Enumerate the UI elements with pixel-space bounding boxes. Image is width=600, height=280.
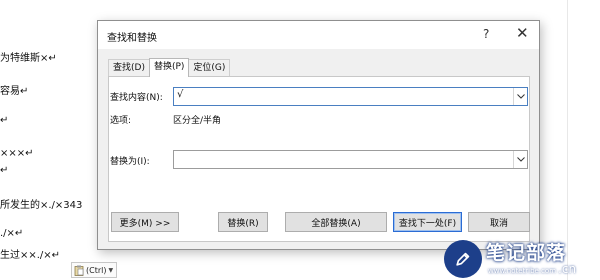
find-replace-dialog: 查找和替换 ? ✕ 查找(D) 替换(P) 定位(G) 查找内容(N): √ 选… [97,20,540,250]
cancel-button[interactable]: 取消 [468,212,530,232]
close-button[interactable]: ✕ [516,24,529,42]
chevron-down-icon: ▼ [108,266,114,274]
document-line: 容易↵ [0,86,29,97]
more-button[interactable]: 更多(M) >> [111,212,179,232]
find-next-button[interactable]: 查找下一处(F) [393,212,462,232]
paste-options-button[interactable]: (Ctrl) ▼ [71,262,118,278]
dialog-title: 查找和替换 [107,33,157,44]
replace-button[interactable]: 替换(R) [218,212,268,232]
document-line: ↵ [0,115,9,126]
document-line: ./×↵ [0,228,24,239]
document-line: ↵ [0,165,9,176]
chevron-down-icon[interactable] [513,88,527,105]
help-button[interactable]: ? [483,27,489,41]
page-margin-line [567,0,568,280]
document-line: 生过××./×↵ [0,250,61,261]
dialog-titlebar[interactable]: 查找和替换 ? ✕ [98,21,539,50]
watermark-title: 笔记部落 [486,242,567,264]
replace-with-input[interactable] [173,150,528,169]
document-line: 为特维斯×↵ [0,53,57,64]
watermark-url-suffix: .cn [558,262,577,276]
find-what-input[interactable]: √ [173,87,528,106]
chevron-down-icon[interactable] [513,151,527,168]
tab-goto[interactable]: 定位(G) [188,59,231,77]
dialog-tabs: 查找(D) 替换(P) 定位(G) [108,58,231,77]
document-line: 所发生的×./×343 [0,200,83,211]
find-what-label: 查找内容(N): [110,93,163,103]
document-line: ×××↵ [0,148,34,159]
replace-with-label: 替换为(I): [110,157,150,167]
find-what-value: √ [177,89,184,100]
tab-find[interactable]: 查找(D) [108,59,150,77]
pencil-icon [444,240,482,278]
tab-replace[interactable]: 替换(P) [148,58,190,77]
replace-all-button[interactable]: 全部替换(A) [285,212,387,232]
options-label: 选项: [110,116,132,126]
watermark-url-text: www.notetribe.com [488,267,557,275]
paste-options-label: (Ctrl) [86,265,107,275]
watermark-url: www.notetribe.com .cn [488,262,576,276]
clipboard-icon [74,265,84,276]
options-value: 区分全/半角 [173,116,222,126]
